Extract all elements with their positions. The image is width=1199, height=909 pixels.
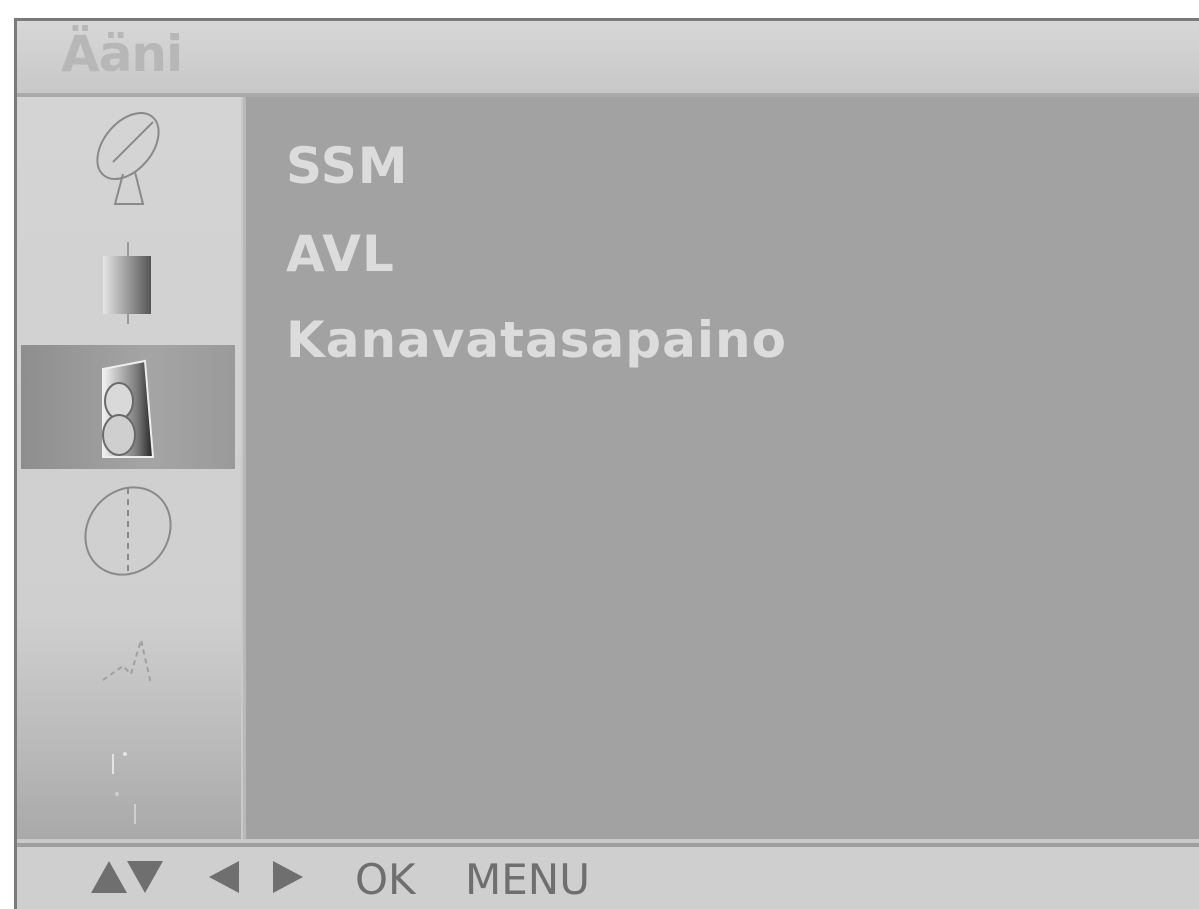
sound-icon [102,359,155,458]
osd-menu-window: Ääni SSM AVL Kanavatasapaino OK MENU [14,18,1199,909]
down-arrow-icon [127,861,163,893]
screen-icon [112,752,136,824]
page-title: Ääni [61,25,183,83]
ok-hint: OK [355,855,416,904]
picture-icon [103,242,151,324]
content-panel: SSM AVL Kanavatasapaino [243,97,1199,839]
menu-hint: MENU [465,855,590,904]
sidebar-item-screen[interactable] [21,717,235,841]
menu-item-ssm[interactable]: SSM [286,137,409,195]
sidebar-item-time[interactable] [21,469,235,593]
sidebar-item-picture[interactable] [21,221,235,345]
clock-icon [84,486,172,576]
menu-item-balance[interactable]: Kanavatasapaino [286,311,787,369]
title-bar: Ääni [17,21,1199,97]
sidebar-item-sound[interactable] [21,345,235,469]
left-arrow-icon [209,861,239,893]
sidebar-item-station[interactable] [21,97,235,221]
footer-help-bar: OK MENU [17,843,1199,909]
special-icon [102,636,152,685]
sidebar [17,97,241,839]
up-arrow-icon [91,861,127,893]
menu-item-avl[interactable]: AVL [286,225,395,283]
satellite-dish-icon [96,112,160,205]
right-arrow-icon [273,861,303,893]
sidebar-item-special[interactable] [21,593,235,717]
